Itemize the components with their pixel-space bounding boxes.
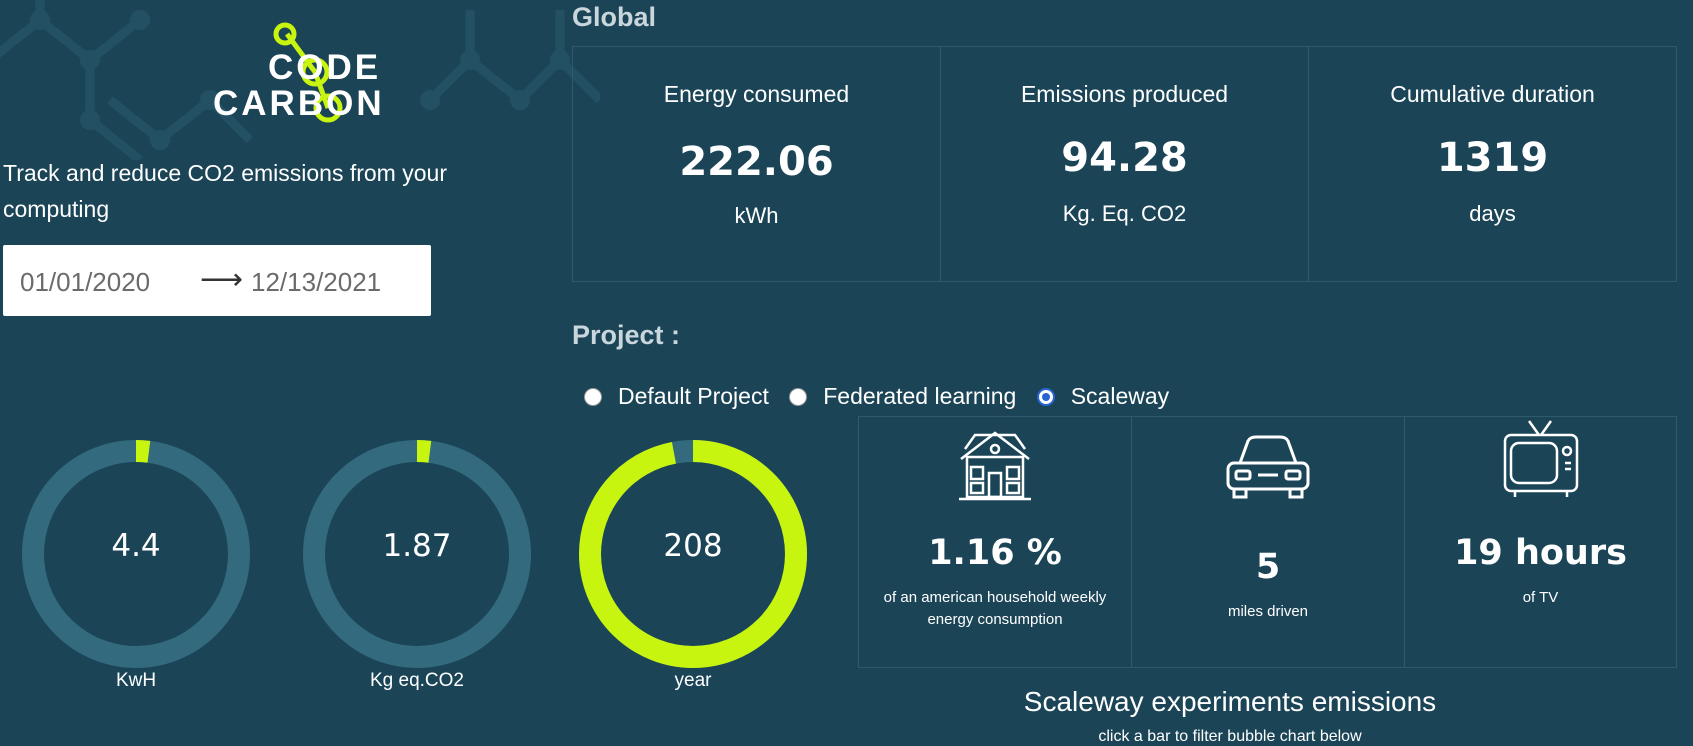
gauge-value: 1.87	[382, 528, 452, 564]
radio-button[interactable]	[789, 387, 808, 406]
radio-button-selected[interactable]	[1036, 387, 1055, 406]
arrow-right-icon: ⟶	[200, 263, 244, 296]
radio-label: Scaleway	[1070, 383, 1170, 409]
card-unit: days	[1469, 201, 1516, 226]
project-selector: Default Project Federated learning Scale…	[584, 383, 1183, 412]
radio-button[interactable]	[584, 387, 602, 406]
gauge-label: Kg eq.CO2	[370, 670, 464, 691]
energy-consumed-card: Energy consumed 222.06 kWh	[573, 47, 941, 281]
duration-gauge: 208 year	[573, 440, 813, 700]
experiments-chart-subtitle: click a bar to filter bubble chart below	[1098, 728, 1362, 745]
end-date-field[interactable]: 12/13/2021	[251, 267, 381, 298]
gauge-label: KwH	[115, 670, 157, 691]
equivalent-value: 19 hours	[1454, 533, 1627, 573]
gauge-value: 4.4	[111, 528, 161, 564]
energy-gauge: 4.4 KwH	[16, 440, 256, 700]
equivalent-description: miles driven	[1227, 603, 1309, 620]
start-date-field[interactable]: 01/01/2020	[20, 267, 150, 298]
radio-label: Default Project	[618, 383, 769, 409]
card-title: Energy consumed	[663, 81, 850, 107]
card-title: Emissions produced	[1020, 81, 1229, 107]
experiments-chart-title: Scaleway experiments emissions	[1023, 686, 1437, 717]
global-heading: Global	[572, 2, 657, 32]
radio-federated-learning[interactable]: Federated learning	[789, 383, 1016, 410]
emission-equivalents: 1.16 % of an american household weekly e…	[858, 416, 1677, 668]
emissions-produced-card: Emissions produced 94.28 Kg. Eq. CO2	[941, 47, 1309, 281]
global-stats: Energy consumed 222.06 kWh Emissions pro…	[572, 46, 1677, 282]
radio-label: Federated learning	[823, 383, 1017, 409]
equivalent-value: 1.16 %	[928, 533, 1062, 573]
cumulative-duration-card: Cumulative duration 1319 days	[1309, 47, 1676, 281]
radio-default-project[interactable]: Default Project	[584, 383, 769, 410]
project-heading: Project :	[572, 320, 681, 350]
card-value: 1319	[1436, 135, 1549, 181]
equivalent-description: of TV	[1522, 589, 1559, 606]
radio-scaleway[interactable]: Scaleway	[1036, 383, 1170, 410]
emissions-gauge: 1.87 Kg eq.CO2	[297, 440, 537, 700]
card-title: Cumulative duration	[1390, 81, 1595, 107]
tv-equivalent: 19 hours of TV	[1405, 417, 1676, 667]
house-icon	[859, 427, 1131, 509]
gauge-label: year	[674, 670, 712, 691]
logo-text-line2: CARBON	[213, 84, 385, 123]
gauge-value: 208	[663, 528, 723, 564]
logo-text-line1: CODE	[268, 48, 382, 87]
tv-icon	[1405, 417, 1676, 505]
car-icon	[1132, 427, 1404, 509]
miles-equivalent: 5 miles driven	[1132, 417, 1405, 667]
card-unit: kWh	[734, 203, 779, 228]
household-equivalent: 1.16 % of an american household weekly e…	[859, 417, 1132, 667]
card-value: 94.28	[1061, 135, 1188, 181]
tagline: Track and reduce CO2 emissions from your…	[3, 160, 447, 222]
codecarbon-logo: CODE CARBON	[205, 20, 405, 125]
equivalent-description: of an american household weekly energy c…	[883, 589, 1107, 628]
date-range-picker[interactable]: 01/01/2020 ⟶ 12/13/2021	[3, 245, 431, 316]
equivalent-value: 5	[1255, 547, 1281, 587]
card-value: 222.06	[679, 139, 834, 185]
card-unit: Kg. Eq. CO2	[1062, 201, 1187, 226]
